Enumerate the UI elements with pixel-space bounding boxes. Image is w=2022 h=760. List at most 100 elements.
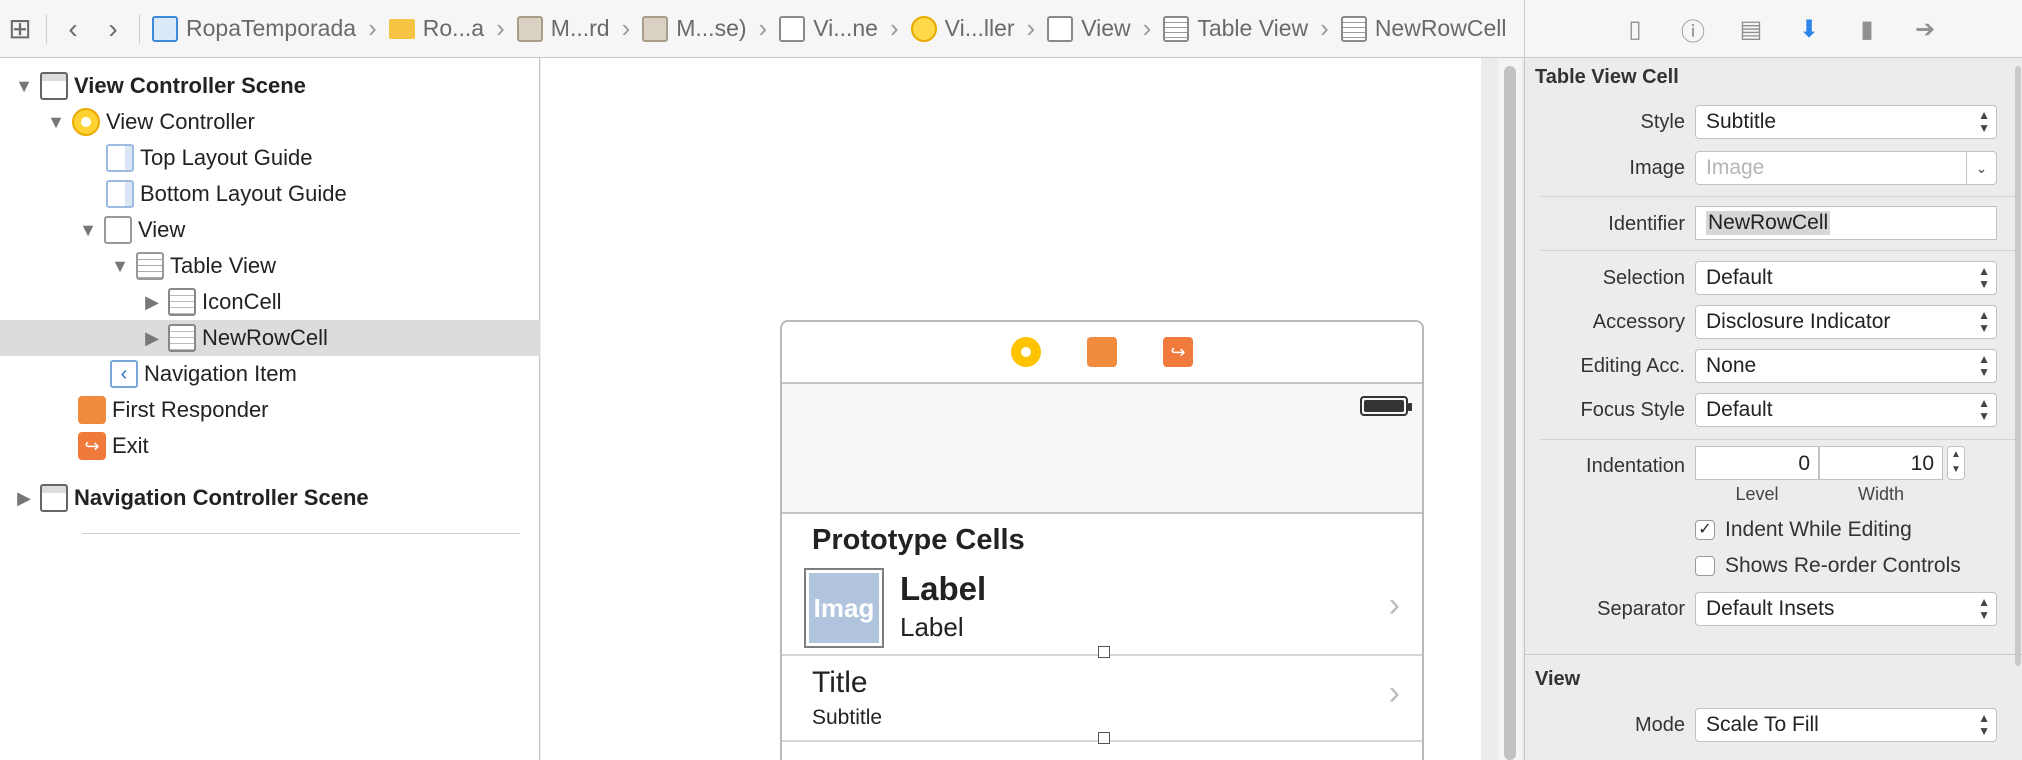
outline-row-new-row-cell[interactable]: ▶ NewRowCell <box>0 320 540 356</box>
breadcrumb-item[interactable]: M...rd › <box>511 13 636 44</box>
breadcrumb-label: Vi...ller <box>944 15 1015 41</box>
navigation-item-icon: ‹ <box>110 360 138 388</box>
indentation-level-field[interactable]: 0 <box>1695 446 1819 480</box>
disclosure-chevron-icon: › <box>1388 674 1400 712</box>
outline-row-navigation-item[interactable]: ‹ Navigation Item <box>0 356 540 392</box>
mode-popup[interactable]: Scale To Fill ▲ ▼ <box>1695 708 1997 742</box>
exit-icon: ↪ <box>78 432 106 460</box>
quick-help-icon[interactable]: ⓘ <box>1679 15 1707 46</box>
section-title: Table View Cell <box>1535 66 1679 88</box>
disclosure-open-icon[interactable]: ▼ <box>78 220 98 241</box>
navigation-bar[interactable] <box>782 384 1422 514</box>
accessory-label: Accessory <box>1592 311 1685 333</box>
breadcrumb-item[interactable]: RopaTemporada › <box>146 13 383 44</box>
style-popup[interactable]: Subtitle ▲ ▼ <box>1695 105 1997 139</box>
layout-guide-icon <box>106 180 134 208</box>
chevron-right-icon: › <box>758 13 768 43</box>
breadcrumb-item[interactable]: View › <box>1041 13 1157 44</box>
outline-label: Exit <box>112 433 149 458</box>
identifier-field[interactable]: NewRowCell <box>1695 206 1997 240</box>
shows-reorder-checkbox[interactable]: Shows Re-order Controls <box>1695 554 1961 578</box>
disclosure-open-icon[interactable]: ▼ <box>14 76 34 97</box>
separator-popup[interactable]: Default Insets ▲ ▼ <box>1695 592 1997 626</box>
first-responder-icon <box>78 396 106 424</box>
related-items-icon[interactable]: ⊞ <box>0 0 40 58</box>
chevron-right-icon: › <box>1142 13 1152 43</box>
selection-value: Default <box>1706 266 1773 289</box>
indent-while-editing-checkbox[interactable]: ✓ Indent While Editing <box>1695 518 1912 542</box>
storyboard-icon <box>642 15 669 42</box>
table-cell-icon <box>168 324 196 352</box>
outline-row-vc-scene[interactable]: ▼ View Controller Scene <box>0 68 540 104</box>
image-placeholder: Image <box>1706 156 1765 179</box>
table-cell-icon <box>1340 15 1367 42</box>
disclosure-closed-icon[interactable]: ▶ <box>14 488 34 509</box>
outline-row-view[interactable]: ▼ View <box>0 212 540 248</box>
breadcrumb-item[interactable]: NewRowCell <box>1335 15 1513 42</box>
outline-label: NewRowCell <box>202 325 328 350</box>
outline-label: IconCell <box>202 289 282 314</box>
outline-row-table-view[interactable]: ▼ Table View <box>0 248 540 284</box>
breadcrumb-item[interactable]: Vi...ne › <box>773 13 904 44</box>
scrollbar-thumb[interactable] <box>1504 66 1516 760</box>
outline-row-view-controller[interactable]: ▼ View Controller <box>0 104 540 140</box>
indentation-width-field[interactable]: 10 <box>1819 446 1943 480</box>
prototype-cell-icon[interactable]: Imag Label Label › <box>782 564 1422 658</box>
popup-arrows-icon: ▲ ▼ <box>1978 108 1990 135</box>
disclosure-open-icon[interactable]: ▼ <box>110 256 130 277</box>
outline-row-nav-scene[interactable]: ▶ Navigation Controller Scene <box>0 480 540 516</box>
breadcrumb-item[interactable]: Vi...ller › <box>905 13 1042 44</box>
checkbox-label: Indent While Editing <box>1725 518 1912 541</box>
back-arrow-icon[interactable]: ‹ <box>53 0 93 58</box>
outline-row-bottom-layout-guide[interactable]: Bottom Layout Guide <box>0 176 540 212</box>
forward-arrow-icon[interactable]: › <box>93 0 133 58</box>
outline-row-exit[interactable]: ↪ Exit <box>0 428 540 464</box>
disclosure-closed-icon[interactable]: ▶ <box>142 292 162 313</box>
toolbar-separator <box>46 13 47 44</box>
view-controller-icon[interactable] <box>1011 337 1041 367</box>
resize-handle[interactable] <box>1098 732 1110 744</box>
accessory-popup[interactable]: Disclosure Indicator ▲ ▼ <box>1695 305 1997 339</box>
editing-acc-value: None <box>1706 354 1757 377</box>
view-controller-frame[interactable]: ↪ Prototype Cells Imag Label Label › Tit… <box>780 320 1424 760</box>
chevron-down-icon[interactable]: ⌄ <box>1966 152 1996 184</box>
editing-acc-popup[interactable]: None ▲ ▼ <box>1695 349 1997 383</box>
popup-arrows-icon: ▲ ▼ <box>1978 595 1990 622</box>
prototype-cell-new-row[interactable]: Title Subtitle › <box>782 656 1422 744</box>
focus-style-popup[interactable]: Default ▲ ▼ <box>1695 393 1997 427</box>
image-combo[interactable]: Image ⌄ <box>1695 151 1997 185</box>
exit-icon[interactable]: ↪ <box>1163 337 1193 367</box>
outline-row-icon-cell[interactable]: ▶ IconCell <box>0 284 540 320</box>
breadcrumb-item[interactable]: Table View › <box>1157 13 1334 44</box>
outline-row-first-responder[interactable]: First Responder <box>0 392 540 428</box>
attributes-inspector-icon[interactable]: ⬇ <box>1795 15 1823 43</box>
selection-popup[interactable]: Default ▲ ▼ <box>1695 261 1997 295</box>
identity-inspector-icon[interactable]: ▤ <box>1737 15 1765 43</box>
view-controller-icon <box>72 108 100 136</box>
file-inspector-icon[interactable]: ▯ <box>1621 15 1649 43</box>
cell-title-label: Label <box>900 570 987 607</box>
outline-label: Navigation Item <box>144 361 297 386</box>
breadcrumb-item[interactable]: M...se) › <box>636 13 773 44</box>
separator-line <box>1541 250 2015 251</box>
canvas-scrollbar[interactable] <box>1498 58 1522 760</box>
breadcrumb-label: M...rd <box>550 15 610 41</box>
outline-label: Bottom Layout Guide <box>140 181 347 206</box>
outline-row-top-layout-guide[interactable]: Top Layout Guide <box>0 140 540 176</box>
checkbox-label: Shows Re-order Controls <box>1725 554 1961 577</box>
disclosure-open-icon[interactable]: ▼ <box>46 112 66 133</box>
scene-icon <box>779 15 806 42</box>
breadcrumb-item[interactable]: Ro...a › <box>383 13 511 44</box>
chevron-right-icon: › <box>1320 13 1329 43</box>
separator-line <box>1541 196 2015 197</box>
width-stepper[interactable]: ▲ ▼ <box>1947 446 1965 480</box>
connections-inspector-icon[interactable]: ➔ <box>1911 15 1939 43</box>
checkbox-checked-icon[interactable]: ✓ <box>1695 520 1715 540</box>
first-responder-icon[interactable] <box>1087 337 1117 367</box>
disclosure-closed-icon[interactable]: ▶ <box>142 328 162 349</box>
checkbox-unchecked-icon[interactable] <box>1695 556 1715 576</box>
focus-style-label: Focus Style <box>1580 399 1685 421</box>
size-inspector-icon[interactable]: ▮ <box>1853 15 1881 43</box>
inspector-scrollbar[interactable] <box>2015 66 2021 666</box>
width-label: Width <box>1857 484 1904 504</box>
